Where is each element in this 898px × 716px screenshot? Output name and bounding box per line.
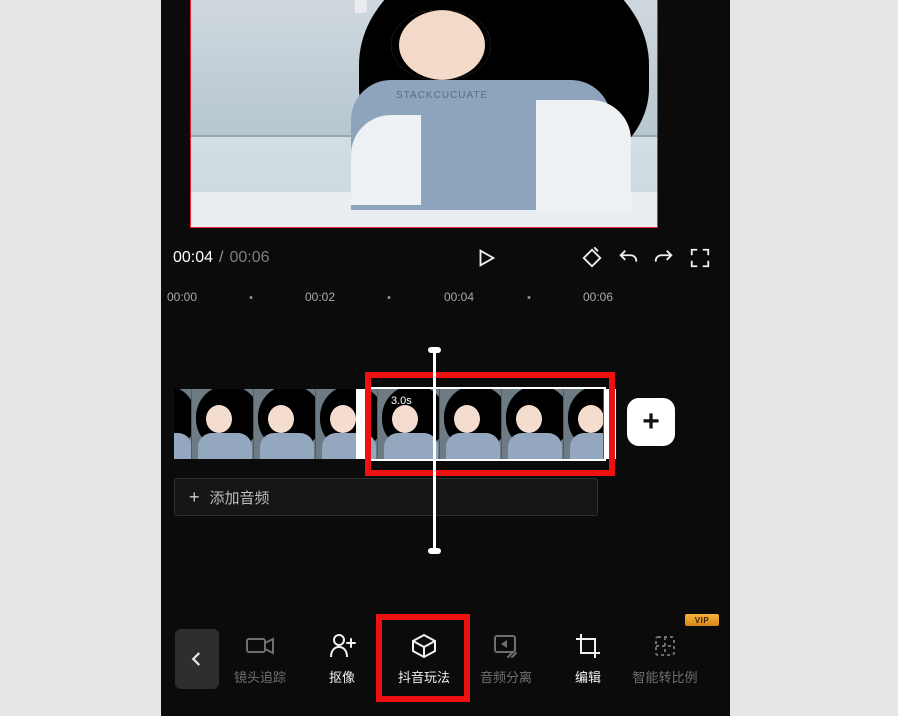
clip-thumbnail[interactable]: [254, 389, 316, 459]
back-button[interactable]: [175, 629, 219, 689]
cube-icon: [409, 632, 439, 660]
ruler-dot: [528, 296, 531, 299]
app-stage: STACKCUCUATE 00:04 / 00:06 00:00 00:02 0…: [161, 0, 730, 716]
add-clip-button[interactable]: +: [627, 398, 675, 446]
smart-ratio-icon: [650, 632, 680, 660]
crop-icon: [573, 632, 603, 660]
tool-cutout[interactable]: 抠像: [301, 623, 383, 695]
time-current: 00:04: [173, 249, 213, 267]
play-button[interactable]: [468, 240, 504, 276]
timeline[interactable]: 3.0s +: [161, 368, 730, 480]
cutout-icon: [327, 632, 357, 660]
transport-bar: 00:04 / 00:06: [161, 239, 730, 277]
bottom-toolbar: 镜头追踪 抠像 抖音玩法 音频分离 编辑: [161, 616, 730, 702]
clip-thumbnail[interactable]: [174, 389, 192, 459]
plus-icon: +: [642, 407, 660, 437]
clip-thumbnail[interactable]: [564, 389, 604, 459]
ruler-mark: 00:06: [583, 290, 613, 304]
ruler-mark: 00:04: [444, 290, 474, 304]
tool-label: 镜头追踪: [234, 667, 286, 686]
playhead[interactable]: [433, 351, 436, 550]
add-audio-button[interactable]: + 添加音频: [174, 478, 598, 516]
clip-thumbnail[interactable]: [316, 389, 378, 459]
vip-badge: VIP: [685, 614, 719, 626]
timeline-ruler[interactable]: 00:00 00:02 00:04 00:06: [161, 290, 730, 310]
tool-camera-track[interactable]: 镜头追踪: [219, 623, 301, 695]
video-preview[interactable]: STACKCUCUATE: [191, 0, 657, 227]
undo-button[interactable]: [610, 240, 646, 276]
clip-thumbnail[interactable]: [192, 389, 254, 459]
ruler-mark: 00:02: [305, 290, 335, 304]
clip-thumbnail[interactable]: [440, 389, 502, 459]
tool-label: 音频分离: [480, 667, 532, 686]
tool-label: 抖音玩法: [398, 667, 450, 686]
tool-label: 编辑: [575, 667, 601, 686]
audio-split-icon: [491, 632, 521, 660]
preview-face: [391, 10, 491, 80]
camera-track-icon: [245, 632, 275, 660]
keyframe-button[interactable]: [574, 240, 610, 276]
time-separator: /: [219, 249, 223, 267]
tool-audio-split[interactable]: 音频分离: [465, 623, 547, 695]
time-total: 00:06: [230, 249, 270, 267]
clip-thumbnail[interactable]: [502, 389, 564, 459]
redo-button[interactable]: [646, 240, 682, 276]
preview-shirt-text: STACKCUCUATE: [396, 90, 488, 101]
tool-edit[interactable]: 编辑: [547, 623, 629, 695]
fullscreen-button[interactable]: [682, 240, 718, 276]
ruler-dot: [388, 296, 391, 299]
tool-smart-ratio[interactable]: 智能转比例: [629, 623, 701, 695]
clip-duration-label: 3.0s: [391, 395, 412, 407]
tool-douyin-play[interactable]: 抖音玩法: [383, 623, 465, 695]
ruler-mark: 00:00: [167, 290, 197, 304]
plus-icon: +: [189, 487, 200, 508]
ruler-dot: [250, 296, 253, 299]
tool-label: 抠像: [329, 667, 355, 686]
add-audio-label: 添加音频: [210, 487, 270, 508]
tool-label: 智能转比例: [632, 667, 697, 686]
